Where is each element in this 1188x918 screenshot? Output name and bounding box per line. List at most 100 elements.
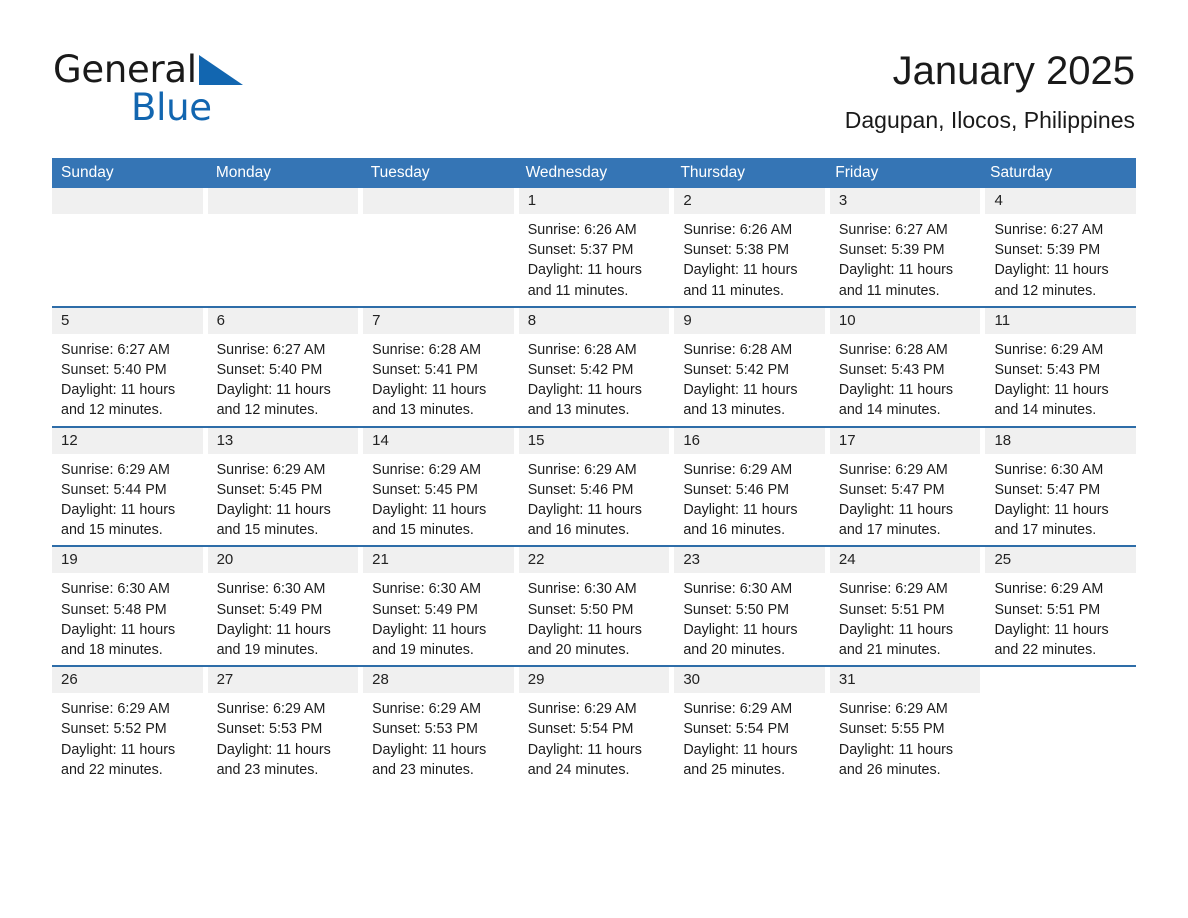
sunset-text: Sunset: 5:51 PM: [838, 601, 945, 618]
daylight-text-line2: and 17 minutes.: [994, 522, 1097, 539]
sunrise-text: Sunrise: 6:29 AM: [838, 461, 948, 478]
calendar-day-cell[interactable]: 4 Sunrise: 6:27 AM Sunset: 5:39 PM Daylight…: [985, 188, 1137, 301]
daylight-text-line1: Daylight: 11 hours: [838, 262, 954, 279]
sunset-text: Sunset: 5:49 PM: [372, 601, 478, 618]
calendar-day-cell[interactable]: 31 Sunrise: 6:29 AM Sunset: 5:55 PM Dayligh…: [829, 667, 986, 780]
calendar-day-cell[interactable]: 20 Sunrise: 6:30 AM Sunset: 5:49 PM Dayligh…: [207, 547, 364, 660]
day-number: 2: [674, 188, 825, 214]
daylight-text-line1: Daylight: 11 hours: [683, 382, 798, 399]
day-details: Sunrise: 6:30 AM Sunset: 5:48 PM Daylight:…: [52, 573, 203, 660]
general-blue-logo[interactable]: General Blue: [53, 48, 313, 138]
daylight-text-line2: and 14 minutes.: [838, 402, 941, 419]
day-number: 22: [518, 547, 670, 574]
calendar-day-cell[interactable]: 24 Sunrise: 6:29 AM Sunset: 5:51 PM Dayligh…: [829, 547, 986, 660]
daylight-text-line1: Daylight: 11 hours: [527, 621, 642, 638]
calendar-day-cell[interactable]: 21 Sunrise: 6:30 AM Sunset: 5:49 PM Dayligh…: [363, 547, 519, 660]
weekday-header-monday: Monday: [215, 164, 272, 181]
day-details: Sunrise: 6:30 AM Sunset: 5:49 PM Daylight:…: [208, 573, 359, 660]
calendar-week-row: 26 Sunrise: 6:29 AM Sunset: 5:52 PM Dayligh…: [52, 665, 1136, 780]
calendar-empty-cell: [52, 188, 208, 301]
day-number: 12: [52, 427, 203, 454]
daylight-text-line1: Daylight: 11 hours: [838, 621, 954, 638]
sunset-text: Sunset: 5:40 PM: [216, 362, 323, 379]
calendar-day-cell[interactable]: 5 Sunrise: 6:27 AM Sunset: 5:40 PM Daylight…: [52, 307, 208, 421]
calendar-day-cell[interactable]: 27 Sunrise: 6:29 AM Sunset: 5:53 PM Dayligh…: [207, 667, 364, 780]
calendar-day-cell[interactable]: 29 Sunrise: 6:29 AM Sunset: 5:54 PM Dayligh…: [518, 667, 675, 780]
calendar-day-cell[interactable]: 18 Sunrise: 6:30 AM Sunset: 5:47 PM Dayligh…: [985, 427, 1137, 541]
sunset-text: Sunset: 5:47 PM: [994, 481, 1101, 498]
sunset-text: Sunset: 5:41 PM: [372, 362, 478, 379]
daylight-text-line2: and 20 minutes.: [527, 642, 630, 659]
sunset-text: Sunset: 5:53 PM: [216, 721, 323, 738]
day-number: 1: [518, 188, 670, 214]
daylight-text-line2: and 23 minutes.: [372, 761, 474, 778]
day-number: 31: [829, 667, 981, 694]
calendar-day-cell[interactable]: 14 Sunrise: 6:29 AM Sunset: 5:45 PM Dayligh…: [363, 427, 519, 541]
calendar-day-cell[interactable]: 10 Sunrise: 6:28 AM Sunset: 5:43 PM Dayligh…: [829, 307, 986, 421]
day-number: 4: [985, 188, 1137, 214]
day-number: 23: [674, 547, 825, 574]
daylight-text-line1: Daylight: 11 hours: [838, 741, 954, 758]
sunset-text: Sunset: 5:49 PM: [216, 601, 323, 618]
calendar-day-cell[interactable]: 28 Sunrise: 6:29 AM Sunset: 5:53 PM Dayligh…: [363, 667, 519, 780]
day-number: 11: [985, 307, 1137, 334]
sunrise-text: Sunrise: 6:29 AM: [527, 461, 637, 478]
calendar-day-cell[interactable]: 26 Sunrise: 6:29 AM Sunset: 5:52 PM Dayligh…: [52, 667, 208, 780]
daylight-text-line2: and 23 minutes.: [216, 761, 319, 778]
day-number: 28: [363, 667, 514, 694]
calendar-day-cell[interactable]: 12 Sunrise: 6:29 AM Sunset: 5:44 PM Dayligh…: [52, 427, 208, 541]
calendar-day-cell[interactable]: 15 Sunrise: 6:29 AM Sunset: 5:46 PM Dayligh…: [518, 427, 675, 541]
page-header: General Blue January 2025 Dagupan, Iloco…: [53, 44, 1135, 154]
calendar-empty-cell: [363, 188, 519, 301]
sunrise-text: Sunrise: 6:29 AM: [216, 461, 326, 478]
calendar-week-row: 12 Sunrise: 6:29 AM Sunset: 5:44 PM Dayligh…: [52, 425, 1137, 541]
weekday-header-thursday: Thursday: [680, 164, 746, 181]
daylight-text-line1: Daylight: 11 hours: [527, 741, 642, 758]
calendar-day-cell[interactable]: 30 Sunrise: 6:29 AM Sunset: 5:54 PM Dayligh…: [674, 667, 830, 780]
calendar-day-cell[interactable]: 9 Sunrise: 6:28 AM Sunset: 5:42 PM Daylight…: [674, 307, 830, 421]
day-number: 24: [829, 547, 981, 574]
sunset-text: Sunset: 5:38 PM: [683, 242, 790, 259]
daylight-text-line1: Daylight: 11 hours: [838, 502, 954, 519]
daylight-text-line2: and 12 minutes.: [61, 402, 163, 419]
calendar-day-cell[interactable]: 17 Sunrise: 6:29 AM Sunset: 5:47 PM Dayligh…: [829, 427, 986, 541]
day-number: 21: [363, 547, 514, 574]
calendar-empty-cell: [985, 667, 1136, 780]
calendar-day-cell[interactable]: 16 Sunrise: 6:29 AM Sunset: 5:46 PM Dayligh…: [674, 427, 830, 541]
daylight-text-line2: and 25 minutes.: [683, 761, 786, 778]
sunset-text: Sunset: 5:54 PM: [527, 721, 634, 738]
calendar-week-row: 1 Sunrise: 6:26 AM Sunset: 5:37 PM Daylight…: [52, 188, 1137, 301]
calendar-day-cell[interactable]: 8 Sunrise: 6:28 AM Sunset: 5:42 PM Daylight…: [518, 307, 675, 421]
daylight-text-line2: and 12 minutes.: [216, 402, 319, 419]
daylight-text-line1: Daylight: 11 hours: [61, 621, 176, 638]
daylight-text-line2: and 13 minutes.: [527, 402, 630, 419]
sunrise-text: Sunrise: 6:29 AM: [372, 461, 482, 478]
sunrise-text: Sunrise: 6:26 AM: [527, 222, 637, 238]
daylight-text-line1: Daylight: 11 hours: [838, 382, 954, 399]
calendar-day-cell[interactable]: 1 Sunrise: 6:26 AM Sunset: 5:37 PM Daylight…: [518, 188, 675, 301]
day-number: 13: [207, 427, 359, 454]
day-number: 15: [518, 427, 670, 454]
daylight-text-line2: and 13 minutes.: [683, 402, 786, 419]
day-number: 16: [674, 427, 825, 454]
calendar-day-cell[interactable]: 11 Sunrise: 6:29 AM Sunset: 5:43 PM Dayligh…: [985, 307, 1137, 421]
day-number: 9: [674, 307, 825, 334]
daylight-text-line2: and 19 minutes.: [372, 642, 474, 659]
calendar-day-cell[interactable]: 23 Sunrise: 6:30 AM Sunset: 5:50 PM Dayligh…: [674, 547, 830, 660]
calendar-day-cell[interactable]: 7 Sunrise: 6:28 AM Sunset: 5:41 PM Daylight…: [363, 307, 519, 421]
calendar-day-cell[interactable]: 13 Sunrise: 6:29 AM Sunset: 5:45 PM Dayligh…: [207, 427, 364, 541]
calendar-day-cell[interactable]: 6 Sunrise: 6:27 AM Sunset: 5:40 PM Daylight…: [207, 307, 364, 421]
calendar-day-cell[interactable]: 19 Sunrise: 6:30 AM Sunset: 5:48 PM Dayligh…: [52, 547, 208, 660]
weekday-header-wednesday: Wednesday: [525, 164, 608, 181]
day-details: Sunrise: 6:29 AM Sunset: 5:55 PM Daylight:…: [830, 693, 981, 780]
calendar-day-cell[interactable]: 2 Sunrise: 6:26 AM Sunset: 5:38 PM Daylight…: [674, 188, 830, 301]
day-details: Sunrise: 6:29 AM Sunset: 5:53 PM Daylight:…: [208, 693, 359, 780]
calendar-day-cell[interactable]: 22 Sunrise: 6:30 AM Sunset: 5:50 PM Dayligh…: [518, 547, 675, 660]
day-details: Sunrise: 6:29 AM Sunset: 5:44 PM Daylight:…: [52, 454, 203, 541]
calendar-day-cell[interactable]: 3 Sunrise: 6:27 AM Sunset: 5:39 PM Daylight…: [829, 188, 986, 301]
day-number: 19: [52, 547, 203, 574]
calendar-page: General Blue January 2025 Dagupan, Iloco…: [0, 0, 1188, 918]
calendar-day-cell[interactable]: 25 Sunrise: 6:29 AM Sunset: 5:51 PM Dayligh…: [985, 547, 1137, 660]
day-number: 26: [52, 667, 203, 694]
sunrise-text: Sunrise: 6:28 AM: [683, 341, 793, 358]
